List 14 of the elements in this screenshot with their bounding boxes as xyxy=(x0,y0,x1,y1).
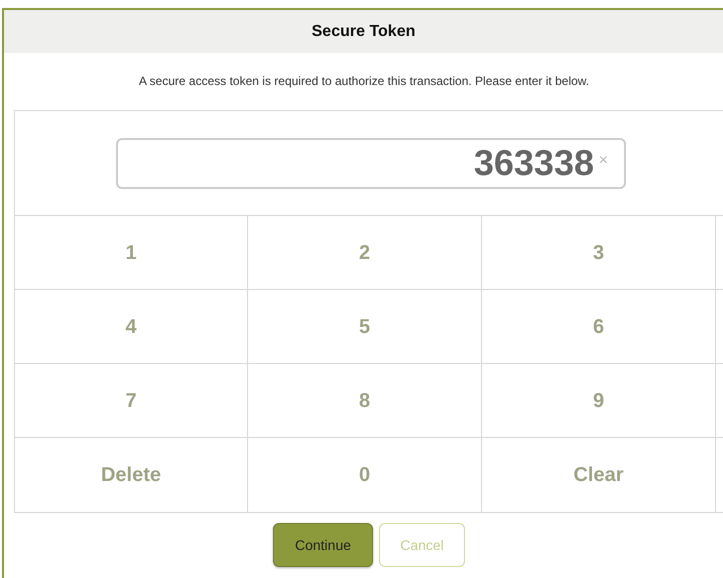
keypad-key[interactable]: 6 xyxy=(482,290,716,364)
cancel-button[interactable]: Cancel xyxy=(379,523,465,567)
keypad-key[interactable]: 3 xyxy=(482,216,716,290)
keypad-key[interactable]: 2 xyxy=(248,216,482,290)
keypad-key[interactable]: 7 xyxy=(15,364,248,438)
keypad-key[interactable]: 1 xyxy=(15,216,248,290)
instruction-text: A secure access token is required to authorize this transaction. Please enter it below. xyxy=(138,73,590,90)
keypad-key[interactable]: 4 xyxy=(15,290,248,364)
keypad-key[interactable]: 9 xyxy=(482,364,716,438)
keypad-key[interactable]: 5 xyxy=(248,290,482,364)
clear-icon[interactable]: × xyxy=(598,152,608,168)
continue-button[interactable]: Continue xyxy=(273,523,373,567)
keypad-key[interactable]: 8 xyxy=(248,364,482,438)
dialog-title: Secure Token xyxy=(310,22,416,42)
